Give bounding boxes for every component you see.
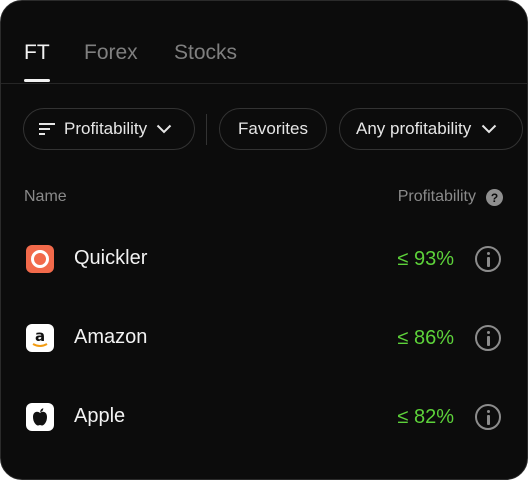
tab-ft[interactable]: FT	[24, 41, 50, 65]
apple-logo-icon	[26, 403, 54, 431]
asset-profitability: ≤ 82%	[397, 406, 454, 428]
sort-icon	[39, 123, 55, 135]
name-column-header: Name	[24, 188, 67, 205]
asset-row-apple[interactable]: Apple ≤ 82%	[1, 387, 527, 447]
svg-text:a: a	[35, 327, 45, 345]
asset-row-quickler[interactable]: Quickler ≤ 93%	[1, 229, 527, 289]
profitability-filter-label: Any profitability	[356, 119, 472, 138]
tab-stocks[interactable]: Stocks	[174, 41, 237, 65]
asset-row-amazon[interactable]: a Amazon ≤ 86%	[1, 308, 527, 368]
chevron-down-icon	[481, 124, 497, 134]
asset-profitability: ≤ 86%	[397, 327, 454, 349]
asset-profitability: ≤ 93%	[397, 248, 454, 270]
tab-forex[interactable]: Forex	[84, 41, 138, 65]
quickler-logo-icon	[26, 245, 54, 273]
chevron-down-icon	[156, 124, 172, 134]
tab-bar: FT Forex Stocks	[1, 1, 527, 84]
asset-name: Amazon	[74, 326, 148, 348]
favorites-label: Favorites	[238, 119, 308, 138]
sort-button[interactable]: Profitability	[23, 108, 195, 150]
profitability-filter-button[interactable]: Any profitability	[339, 108, 523, 150]
help-icon[interactable]: ?	[486, 189, 503, 206]
filter-divider	[206, 114, 207, 145]
info-icon[interactable]	[475, 404, 501, 430]
asset-picker-panel: FT Forex Stocks Profitability Favorites …	[0, 0, 528, 480]
active-tab-indicator	[24, 79, 50, 82]
info-icon[interactable]	[475, 325, 501, 351]
sort-label: Profitability	[64, 119, 148, 138]
favorites-button[interactable]: Favorites	[219, 108, 327, 150]
asset-name: Quickler	[74, 247, 148, 269]
asset-name: Apple	[74, 405, 126, 427]
amazon-logo-icon: a	[26, 324, 54, 352]
info-icon[interactable]	[475, 246, 501, 272]
profitability-column-header: Profitability	[397, 188, 476, 205]
